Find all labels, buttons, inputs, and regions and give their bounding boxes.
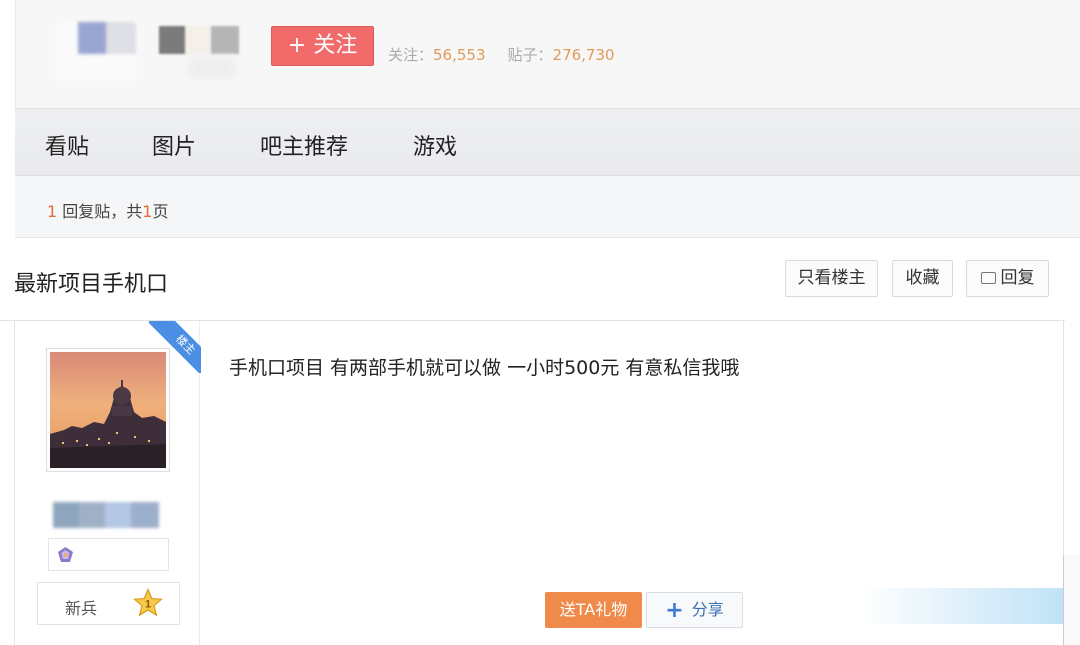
reply-button[interactable]: 回复	[966, 260, 1049, 297]
badge-box	[48, 538, 169, 571]
tab-moderator-picks[interactable]: 吧主推荐	[260, 129, 348, 161]
post-content: 手机口项目 有两部手机就可以做 一小时500元 有意私信我哦	[229, 357, 740, 379]
thread-title-bar: 最新项目手机口 只看楼主 收藏 回复	[0, 239, 1065, 321]
author-ribbon: 楼主	[149, 321, 201, 373]
share-label: 分享	[691, 600, 724, 619]
plus-icon: +	[665, 598, 684, 623]
rank-box: 新兵 1	[37, 582, 180, 625]
forum-header: + 关注 关注：56,553 贴子：276,730	[15, 0, 1080, 108]
tab-games[interactable]: 游戏	[413, 129, 457, 161]
followers-label: 关注：	[388, 46, 434, 64]
forum-stats: 关注：56,553 贴子：276,730	[388, 44, 615, 65]
reply-button-label: 回复	[1000, 268, 1035, 288]
forum-logo-redacted	[56, 22, 136, 80]
reply-text: 回复贴，共	[57, 202, 143, 221]
reply-count: 1	[47, 202, 58, 221]
tab-view-posts[interactable]: 看贴	[45, 129, 89, 161]
share-button[interactable]: + 分享	[646, 592, 743, 628]
thread-title: 最新项目手机口	[14, 272, 169, 297]
posts-label: 贴子：	[507, 46, 553, 64]
edge-glow	[860, 588, 1080, 624]
favorite-button[interactable]: 收藏	[892, 260, 953, 297]
username-redacted[interactable]	[53, 502, 159, 528]
comment-icon	[980, 272, 996, 284]
followers-count: 56,553	[433, 46, 486, 64]
send-gift-button[interactable]: 送TA礼物	[545, 592, 642, 628]
author-ribbon-label: 楼主	[149, 321, 201, 373]
member-badge-icon[interactable]	[57, 546, 74, 563]
rank-title: 新兵	[65, 599, 98, 618]
tab-images[interactable]: 图片	[152, 129, 196, 161]
only-author-button[interactable]: 只看楼主	[785, 260, 878, 297]
forum-name-redacted	[159, 26, 239, 54]
page-count[interactable]: 1	[142, 202, 152, 221]
side-panel-edge	[1063, 555, 1080, 645]
tab-bar: 看贴 图片 吧主推荐 游戏	[15, 108, 1080, 176]
posts-count: 276,730	[552, 46, 615, 64]
page-suffix: 页	[152, 202, 169, 221]
level-star-icon[interactable]: 1	[133, 588, 163, 618]
follow-button[interactable]: + 关注	[271, 26, 374, 66]
rank-level: 1	[145, 599, 151, 611]
reply-pager: 1 回复贴，共1页	[15, 176, 1080, 238]
